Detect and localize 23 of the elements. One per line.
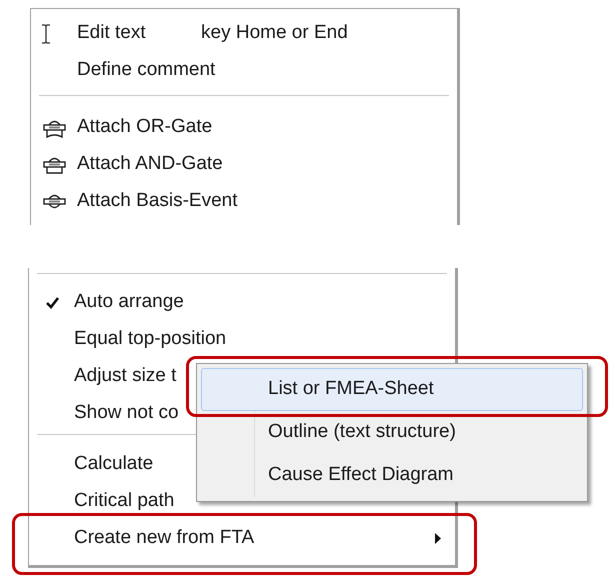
text-cursor-icon [41, 24, 51, 44]
menu-item[interactable]: Auto arrange [29, 284, 455, 321]
menu-item-label: Define comment [77, 58, 216, 82]
menu-item[interactable]: Attach OR-Gate [31, 109, 457, 146]
menu-item-label: Attach AND-Gate [77, 152, 223, 176]
submenu-arrow-icon [435, 533, 441, 544]
menu-item-label: Create new from FTA [74, 526, 254, 550]
menu-item[interactable]: Define comment [31, 52, 457, 89]
menu-item[interactable]: Attach Basis-Event [31, 183, 457, 220]
menu-item-label: Edit text [77, 21, 147, 46]
menu-item-label: Attach OR-Gate [77, 115, 212, 140]
menu-item-label: Attach Basis-Event [77, 189, 238, 214]
menu-item[interactable]: Attach AND-Gate [31, 146, 457, 183]
menu-item[interactable]: Equal top-position [29, 321, 455, 358]
shortcut-label: key Home or End [201, 21, 348, 46]
menu-item[interactable]: Create new from FTA [29, 520, 455, 557]
submenu-item[interactable]: Cause Effect Diagram [201, 454, 583, 497]
menu-item-label: Auto arrange [74, 290, 184, 314]
menu-item[interactable]: Edit text key Home or End [31, 15, 457, 52]
menu-item-label: Equal top-position [74, 327, 226, 352]
menu-item-label: Critical path [74, 489, 174, 514]
checkmark-icon [46, 296, 58, 308]
submenu-item[interactable]: List or FMEA-Sheet [201, 368, 583, 411]
